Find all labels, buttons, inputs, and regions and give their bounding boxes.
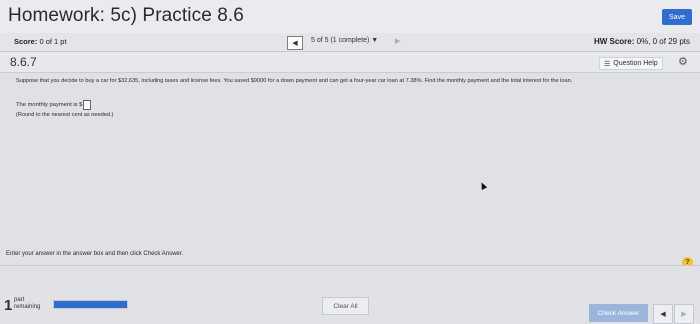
question-text: Suppose that you decide to buy a car for… [16,78,573,84]
question-help-label: Question Help [613,60,658,67]
save-button[interactable]: Save [662,9,692,25]
previous-question-button[interactable]: ◀ [287,36,303,50]
next-question-button[interactable]: ▶ [395,37,400,45]
answer-line: The monthly payment is $ [16,100,92,110]
parts-remaining-count: 1 [4,297,13,314]
part-label-line2: remaining [14,303,41,310]
score: Score: 0 of 1 pt [14,37,67,46]
triangle-left-icon: ◀ [292,40,298,47]
instructions-text: Enter your answer in the answer box and … [6,251,184,257]
top-bar: Homework: 5c) Practice 8.6 Save [0,0,700,34]
progress-fill [54,301,127,308]
parts-progress-bar [53,300,128,309]
bottom-bar: 1 part remaining Clear All Check Answer … [0,265,700,324]
round-note: (Round to the nearest cent as needed.) [16,112,114,118]
hw-score-value: 0%, 0 of 29 pts [636,37,690,46]
triangle-left-icon: ◀ [660,311,666,318]
monthly-payment-input[interactable] [83,100,92,110]
question-help-button[interactable]: ☰ Question Help [599,57,663,70]
list-icon: ☰ [604,60,611,68]
triangle-right-icon: ▶ [395,38,401,45]
homework-title: Homework: 5c) Practice 8.6 [8,5,244,26]
check-answer-button[interactable]: Check Answer [589,304,648,322]
score-label: Score: [14,37,38,46]
previous-button[interactable]: ◀ [653,304,673,324]
clear-all-button[interactable]: Clear All [322,297,369,315]
score-bar: Score: 0 of 1 pt ◀ 5 of 5 (1 complete) ▼… [0,33,700,52]
question-status-dropdown[interactable]: 5 of 5 (1 complete) ▼ [311,37,378,44]
parts-remaining-label: part remaining [14,297,40,310]
hw-score: HW Score: 0%, 0 of 29 pts [594,37,690,46]
triangle-right-icon: ▶ [681,311,687,318]
mouse-cursor-icon [478,181,488,190]
gear-icon[interactable]: ⚙ [678,55,688,68]
score-value: 0 of 1 pt [39,37,67,46]
hw-score-label: HW Score: [593,37,635,46]
answer-prefix: The monthly payment is $ [16,102,83,108]
next-button[interactable]: ▶ [674,304,694,324]
question-bar: 8.6.7 ☰ Question Help ⚙ [0,52,700,73]
question-number: 8.6.7 [10,55,37,69]
